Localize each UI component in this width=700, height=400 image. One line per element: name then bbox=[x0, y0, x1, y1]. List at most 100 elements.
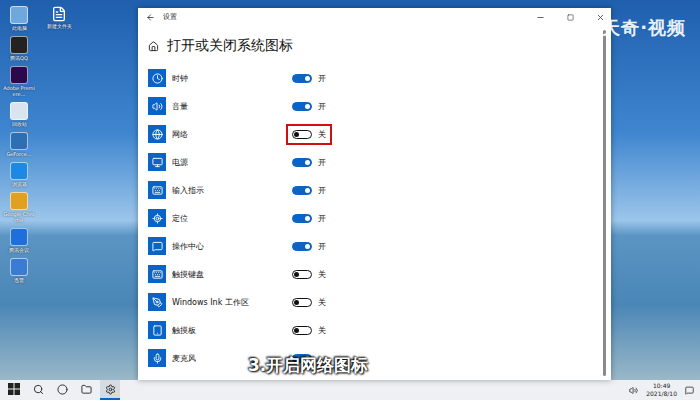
toggle-knob bbox=[305, 160, 310, 165]
task-view-button[interactable] bbox=[76, 380, 96, 400]
app-icon bbox=[10, 132, 28, 150]
toggle-track[interactable] bbox=[292, 326, 312, 335]
app-icon bbox=[10, 102, 28, 120]
window-title: 设置 bbox=[163, 12, 521, 22]
tablet-icon bbox=[152, 325, 163, 336]
desktop-icon-label: Google Chrome bbox=[2, 211, 36, 223]
toggle-knob bbox=[294, 272, 299, 277]
desktop-icon[interactable]: 腾讯会议 bbox=[2, 228, 36, 253]
settings-content: 打开或关闭系统图标时钟开音量开网络关电源开输入指示开定位开操作中心开触摸键盘关W… bbox=[138, 26, 603, 380]
desktop-icon[interactable]: 此电脑 bbox=[2, 6, 36, 31]
toggle-row: 电源 开 bbox=[148, 148, 603, 176]
task-view-icon bbox=[81, 384, 92, 395]
toggle-track[interactable] bbox=[292, 242, 312, 251]
toggle[interactable]: 开 bbox=[286, 152, 332, 173]
keyboard-icon bbox=[152, 185, 163, 196]
file-icon bbox=[51, 6, 67, 22]
toggle-track[interactable] bbox=[292, 158, 312, 167]
toggle-row: 时钟 开 bbox=[148, 64, 603, 92]
toggle-row: Windows Ink 工作区 关 bbox=[148, 288, 603, 316]
desktop: 此电脑腾讯QQ Adobe Premiere... 回收站 GeForce... 浏览器… bbox=[0, 0, 700, 380]
toggle[interactable]: 开 bbox=[286, 208, 332, 229]
desktop-icon[interactable]: 迅雷 bbox=[2, 258, 36, 283]
search-icon bbox=[33, 384, 44, 395]
toggle-row: 麦克风 bbox=[148, 344, 603, 372]
settings-task-button[interactable] bbox=[100, 380, 120, 400]
toggle-knob bbox=[305, 76, 310, 81]
toggle-knob bbox=[294, 328, 299, 333]
desktop-icon[interactable]: GeForce... bbox=[2, 132, 36, 157]
clock-icon bbox=[152, 73, 163, 84]
desktop-icon[interactable]: Adobe Premiere... bbox=[2, 66, 36, 97]
toggle-state: 关 bbox=[318, 269, 326, 280]
scrollbar[interactable] bbox=[603, 30, 606, 376]
toggle-knob bbox=[294, 300, 299, 305]
toggle-label: 触摸板 bbox=[166, 325, 286, 336]
row-icon-box bbox=[148, 321, 166, 339]
toggle-label: 时钟 bbox=[166, 73, 286, 84]
desktop-icon[interactable]: Google Chrome bbox=[2, 192, 36, 223]
desktop-icon-label: Adobe Premiere... bbox=[2, 85, 36, 97]
toggle-row: 触摸板关 bbox=[148, 316, 603, 344]
toggle-track[interactable] bbox=[292, 102, 312, 111]
row-icon-box bbox=[148, 349, 166, 367]
toggle-track[interactable] bbox=[292, 214, 312, 223]
toggle[interactable]: 关 bbox=[286, 124, 332, 145]
minimize-button[interactable] bbox=[529, 8, 551, 26]
toggle-track[interactable] bbox=[292, 74, 312, 83]
toggle-state: 开 bbox=[318, 73, 326, 84]
volume-icon bbox=[152, 101, 163, 112]
row-icon-box bbox=[148, 265, 166, 283]
toggle-track[interactable] bbox=[292, 130, 312, 139]
desktop-icon-label: 新建文件夹 bbox=[47, 23, 72, 29]
toggle-row: 音量开 bbox=[148, 92, 603, 120]
toggle[interactable]: 开 bbox=[286, 68, 332, 89]
toggle-row: 定位开 bbox=[148, 204, 603, 232]
notification-icon[interactable] bbox=[685, 386, 694, 395]
toggle-state: 关 bbox=[318, 297, 326, 308]
windows-logo-icon bbox=[8, 383, 20, 395]
search-button[interactable] bbox=[28, 380, 48, 400]
monitor-icon bbox=[152, 157, 163, 168]
home-icon[interactable] bbox=[148, 41, 159, 52]
toggle[interactable]: 开 bbox=[286, 96, 332, 117]
location-icon bbox=[152, 213, 163, 224]
desktop-icon[interactable]: 腾讯QQ bbox=[2, 36, 36, 61]
toggle-track[interactable] bbox=[292, 186, 312, 195]
desktop-icon[interactable]: 新建文件夹 bbox=[42, 6, 76, 29]
taskbar: 10:492021/8/10 bbox=[0, 380, 700, 400]
desktop-icon[interactable]: 回收站 bbox=[2, 102, 36, 127]
window-body: 打开或关闭系统图标时钟开音量开网络关电源开输入指示开定位开操作中心开触摸键盘关W… bbox=[138, 26, 611, 380]
maximize-button[interactable] bbox=[559, 8, 581, 26]
taskbar-clock[interactable]: 10:492021/8/10 bbox=[642, 382, 681, 398]
desktop-icon-column: 此电脑腾讯QQ Adobe Premiere... 回收站 GeForce... 浏览器… bbox=[2, 6, 36, 380]
row-icon-box bbox=[148, 69, 166, 87]
desktop-icon[interactable]: 浏览器 bbox=[2, 162, 36, 187]
app-icon bbox=[10, 192, 28, 210]
toggle-label: 输入指示 bbox=[166, 185, 286, 196]
minimize-icon bbox=[536, 13, 545, 22]
toggle-knob bbox=[305, 188, 310, 193]
cortana-button[interactable] bbox=[52, 380, 72, 400]
toggle-state: 开 bbox=[318, 213, 326, 224]
toggle-label: 网络 bbox=[166, 129, 286, 140]
tray-volume-icon[interactable] bbox=[629, 386, 638, 395]
toggle[interactable]: 开 bbox=[286, 180, 332, 201]
toggle[interactable]: 关 bbox=[286, 264, 332, 285]
toggle[interactable]: 关 bbox=[286, 320, 332, 341]
keyboard-icon bbox=[152, 269, 163, 280]
toggle-track[interactable] bbox=[292, 270, 312, 279]
toggle[interactable]: 开 bbox=[286, 236, 332, 257]
desktop-icon-label: 此电脑 bbox=[12, 25, 27, 31]
toggle[interactable]: 关 bbox=[286, 292, 332, 313]
app-icon bbox=[10, 162, 28, 180]
back-arrow-icon[interactable] bbox=[146, 13, 155, 22]
toggle-track[interactable] bbox=[292, 298, 312, 307]
toggle-label: 电源 bbox=[166, 157, 286, 168]
toggle-knob bbox=[305, 216, 310, 221]
toggle-state: 开 bbox=[318, 157, 326, 168]
toggle-label: Windows Ink 工作区 bbox=[166, 297, 286, 308]
desktop-icon-column: 新建文件夹 bbox=[42, 6, 76, 380]
microphone-icon bbox=[152, 353, 163, 364]
start-button[interactable] bbox=[4, 380, 24, 400]
